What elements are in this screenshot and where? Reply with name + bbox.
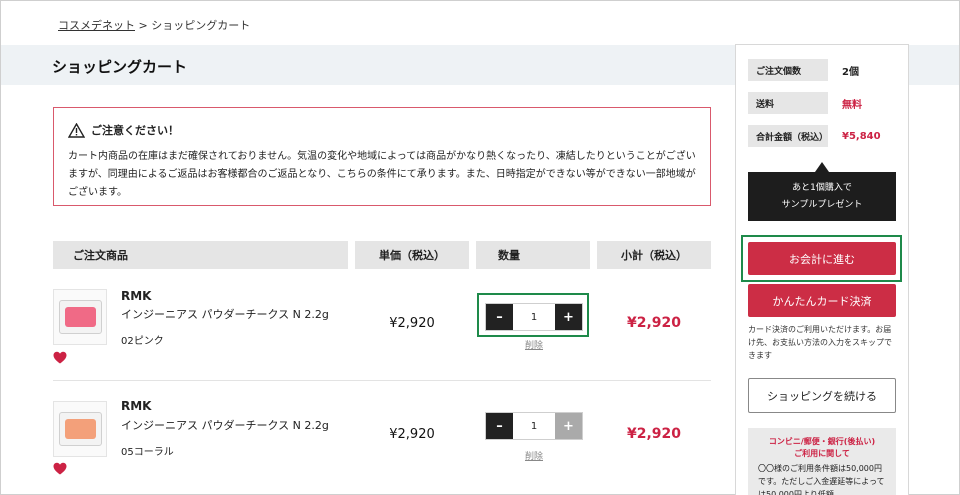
- decrease-qty-button[interactable]: –: [486, 413, 513, 439]
- checkout-focus-highlight: [741, 235, 902, 282]
- promo-line-1: あと1個購入で: [792, 183, 852, 193]
- count-value: 2個: [842, 66, 859, 78]
- unit-price: ¥2,920: [389, 427, 435, 442]
- col-header-subtotal: 小計（税込）: [597, 241, 711, 269]
- breadcrumb-current: ショッピングカート: [151, 19, 251, 32]
- info-body: 〇〇様のご利用条件額は50,000円です。ただしご入金遅延等によっては50,00…: [758, 464, 885, 495]
- sample-promo-banner: あと1個購入で サンプルプレゼント: [748, 172, 896, 221]
- total-label: 合計金額（税込）: [748, 125, 828, 147]
- heart-icon[interactable]: [53, 351, 67, 364]
- row-subtotal: ¥2,920: [626, 426, 682, 442]
- blush-pan: [65, 307, 96, 327]
- col-header-item: ご注文商品: [53, 241, 348, 269]
- col-header-price: 単価（税込）: [355, 241, 469, 269]
- notice-heading-text: ご注意ください！: [91, 124, 179, 137]
- cart-row: RMK インジーニアス パウダーチークス N 2.2g 05コーラル ¥2,92…: [53, 381, 711, 493]
- continue-shopping-button[interactable]: ショッピングを続ける: [748, 378, 896, 413]
- product-image[interactable]: [53, 401, 107, 457]
- qty-focus-highlight: [477, 293, 589, 337]
- delete-link[interactable]: 削除: [485, 449, 583, 462]
- heart-icon[interactable]: [53, 462, 67, 475]
- info-title-1: コンビニ/郵便・銀行(後払い): [768, 437, 876, 446]
- promo-line-2: サンプルプレゼント: [781, 200, 863, 210]
- shipping-label: 送料: [748, 92, 828, 114]
- row-subtotal: ¥2,920: [626, 315, 682, 331]
- info-title-2: ご利用に関して: [794, 449, 850, 458]
- product-brand[interactable]: RMK: [121, 289, 151, 303]
- blush-pan: [65, 419, 96, 439]
- increase-qty-button[interactable]: +: [555, 413, 582, 439]
- product-image[interactable]: [53, 289, 107, 345]
- page-title: ショッピングカート: [52, 58, 188, 76]
- product-compact: [59, 412, 102, 446]
- breadcrumb-home-link[interactable]: コスメデネット: [58, 19, 135, 32]
- notice-body: カート内商品の在庫はまだ確保されておりません。気温の変化や地域によっては商品がか…: [68, 151, 696, 198]
- quantity-stepper: – 1 +: [485, 412, 583, 440]
- product-name[interactable]: インジーニアス パウダーチークス N 2.2g: [121, 306, 329, 322]
- product-brand[interactable]: RMK: [121, 399, 151, 413]
- express-checkout-note: カード決済のご利用いただけます。お届け先、お支払い方法の入力をスキップできます: [748, 325, 892, 360]
- breadcrumb-separator: >: [138, 19, 148, 32]
- shipping-value: 無料: [842, 99, 862, 111]
- count-label: ご注文個数: [748, 59, 828, 81]
- unit-price: ¥2,920: [389, 316, 435, 331]
- deferred-payment-info: コンビニ/郵便・銀行(後払い) ご利用に関して 〇〇様のご利用条件額は50,00…: [748, 428, 896, 495]
- qty-value[interactable]: 1: [513, 413, 555, 439]
- notice-box: ご注意ください！ カート内商品の在庫はまだ確保されておりません。気温の変化や地域…: [53, 107, 711, 206]
- product-shade: 05コーラル: [121, 447, 174, 458]
- product-compact: [59, 300, 102, 334]
- promo-pointer: [815, 162, 829, 172]
- notice-heading: ご注意ください！: [68, 122, 179, 138]
- express-card-checkout-button[interactable]: かんたんカード決済: [748, 284, 896, 317]
- col-header-qty: 数量: [476, 241, 590, 269]
- total-value: ¥5,840: [842, 130, 881, 142]
- product-name[interactable]: インジーニアス パウダーチークス N 2.2g: [121, 417, 329, 433]
- warning-icon: [68, 122, 85, 138]
- delete-link[interactable]: 削除: [485, 338, 583, 351]
- cart-row: RMK インジーニアス パウダーチークス N 2.2g 02ピンク ¥2,920…: [53, 269, 711, 381]
- product-shade: 02ピンク: [121, 336, 164, 347]
- breadcrumb: コスメデネット > ショッピングカート: [58, 17, 250, 33]
